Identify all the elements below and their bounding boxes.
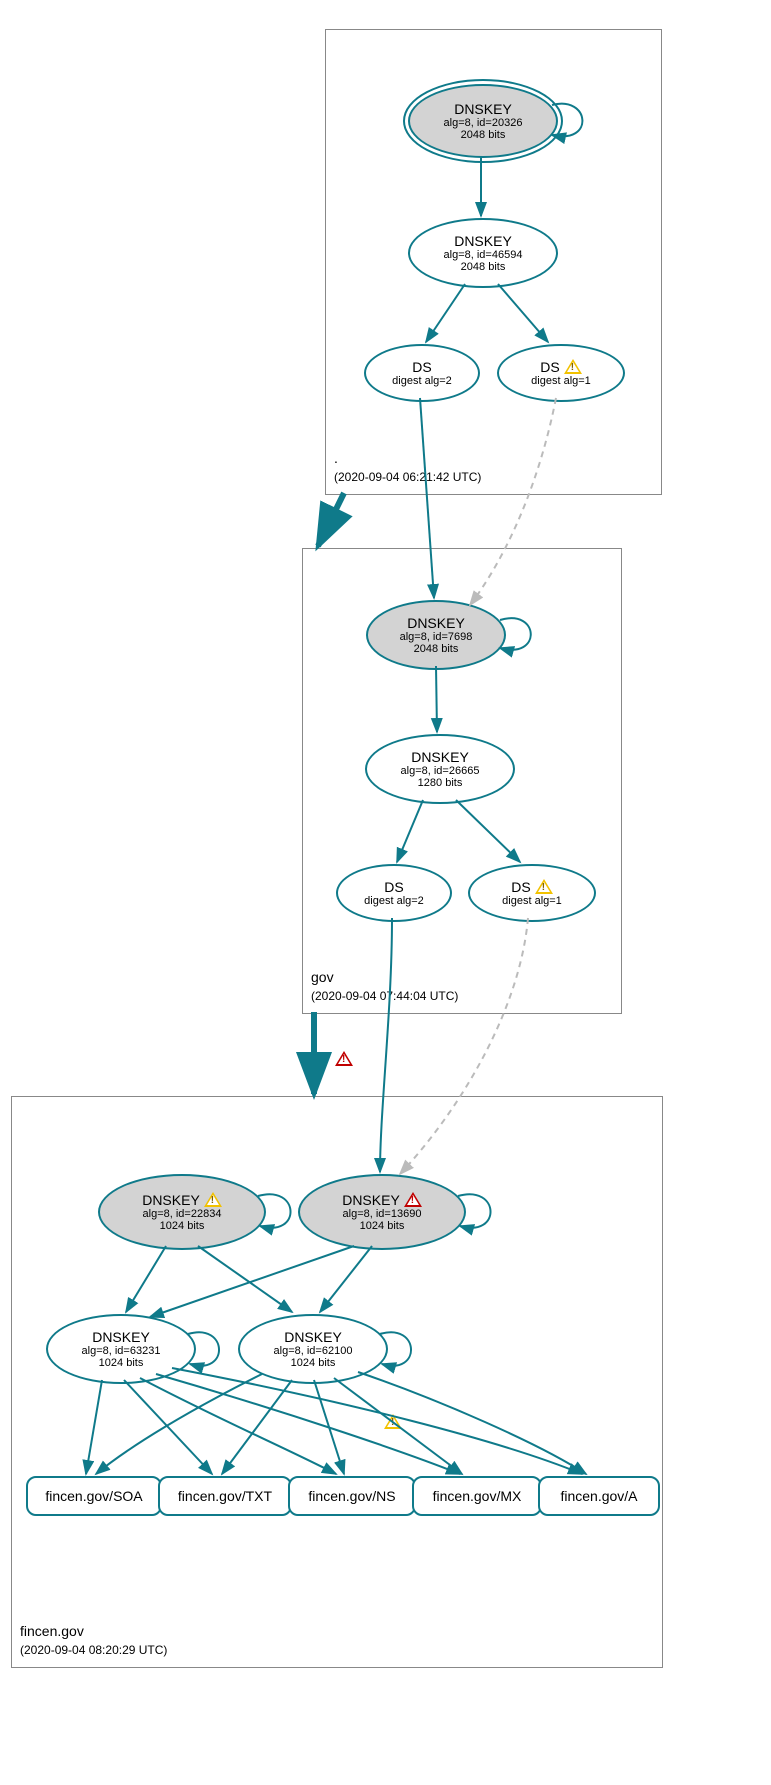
dnskey-fincen-22834[interactable]: DNSKEY ! alg=8, id=22834 1024 bits [98,1174,266,1250]
node-line2: 1024 bits [99,1357,144,1369]
dnskey-fincen-63231[interactable]: DNSKEY alg=8, id=63231 1024 bits [46,1314,196,1384]
rrset-label: fincen.gov/SOA [45,1488,142,1504]
rrset-ns[interactable]: fincen.gov/NS [288,1476,416,1516]
rrset-label: fincen.gov/NS [308,1488,395,1504]
zone-gov-label: gov [311,969,334,985]
node-title: DS [384,879,403,895]
node-line2: 1280 bits [418,777,463,789]
rrset-soa[interactable]: fincen.gov/SOA [26,1476,162,1516]
warning-icon: ! [384,1414,402,1430]
node-line2: 2048 bits [461,261,506,273]
ds-root-alg1[interactable]: DS ! digest alg=1 [497,344,625,402]
node-title: DNSKEY [284,1329,342,1345]
node-line1: digest alg=1 [531,375,591,387]
ds-gov-alg2[interactable]: DS digest alg=2 [336,864,452,922]
node-title: DNSKEY [92,1329,150,1345]
node-line1: alg=8, id=62100 [274,1345,353,1357]
zone-fincen-timestamp: (2020-09-04 08:20:29 UTC) [20,1643,167,1657]
dnskey-gov-7698[interactable]: DNSKEY alg=8, id=7698 2048 bits [366,600,506,670]
rrset-label: fincen.gov/A [560,1488,637,1504]
node-title: DS [412,359,431,375]
warning-icon: ! [564,359,582,375]
zone-gov-timestamp: (2020-09-04 07:44:04 UTC) [311,989,458,1003]
node-line1: digest alg=2 [364,895,424,907]
node-title-row: DNSKEY ! [142,1192,222,1208]
warning-icon: ! [204,1192,222,1208]
node-title-row: DS ! [540,359,581,375]
node-line2: 1024 bits [291,1357,336,1369]
node-line1: alg=8, id=26665 [401,765,480,777]
ds-root-alg2[interactable]: DS digest alg=2 [364,344,480,402]
node-line1: alg=8, id=20326 [444,117,523,129]
node-line2: 2048 bits [461,129,506,141]
error-icon: ! [335,1051,353,1067]
error-icon: ! [404,1192,422,1208]
node-title-row: DS ! [511,879,552,895]
dnskey-root-46594[interactable]: DNSKEY alg=8, id=46594 2048 bits [408,218,558,288]
node-line1: alg=8, id=13690 [343,1208,422,1220]
node-line2: 2048 bits [414,643,459,655]
node-line1: digest alg=2 [392,375,452,387]
node-line2: 1024 bits [360,1220,405,1232]
warning-icon: ! [535,879,553,895]
rrset-txt[interactable]: fincen.gov/TXT [158,1476,292,1516]
node-line1: alg=8, id=22834 [143,1208,222,1220]
node-title: DNSKEY [407,615,465,631]
rrset-label: fincen.gov/TXT [178,1488,272,1504]
node-line1: alg=8, id=7698 [400,631,473,643]
dnskey-fincen-62100[interactable]: DNSKEY alg=8, id=62100 1024 bits [238,1314,388,1384]
node-title: DNSKEY [454,233,512,249]
ds-gov-alg1[interactable]: DS ! digest alg=1 [468,864,596,922]
node-line2: 1024 bits [160,1220,205,1232]
node-title: DNSKEY [411,749,469,765]
rrset-mx[interactable]: fincen.gov/MX [412,1476,542,1516]
node-line1: alg=8, id=63231 [82,1345,161,1357]
rrset-a[interactable]: fincen.gov/A [538,1476,660,1516]
zone-root-label: . [334,450,338,466]
zone-root-timestamp: (2020-09-04 06:21:42 UTC) [334,470,481,484]
node-title: DNSKEY [454,101,512,117]
node-title-row: DNSKEY ! [342,1192,422,1208]
rrset-label: fincen.gov/MX [433,1488,522,1504]
dnskey-gov-26665[interactable]: DNSKEY alg=8, id=26665 1280 bits [365,734,515,804]
dnskey-fincen-13690[interactable]: DNSKEY ! alg=8, id=13690 1024 bits [298,1174,466,1250]
node-line1: alg=8, id=46594 [444,249,523,261]
node-line1: digest alg=1 [502,895,562,907]
zone-fincen-label: fincen.gov [20,1623,84,1639]
dnskey-root-20326[interactable]: DNSKEY alg=8, id=20326 2048 bits [408,84,558,158]
